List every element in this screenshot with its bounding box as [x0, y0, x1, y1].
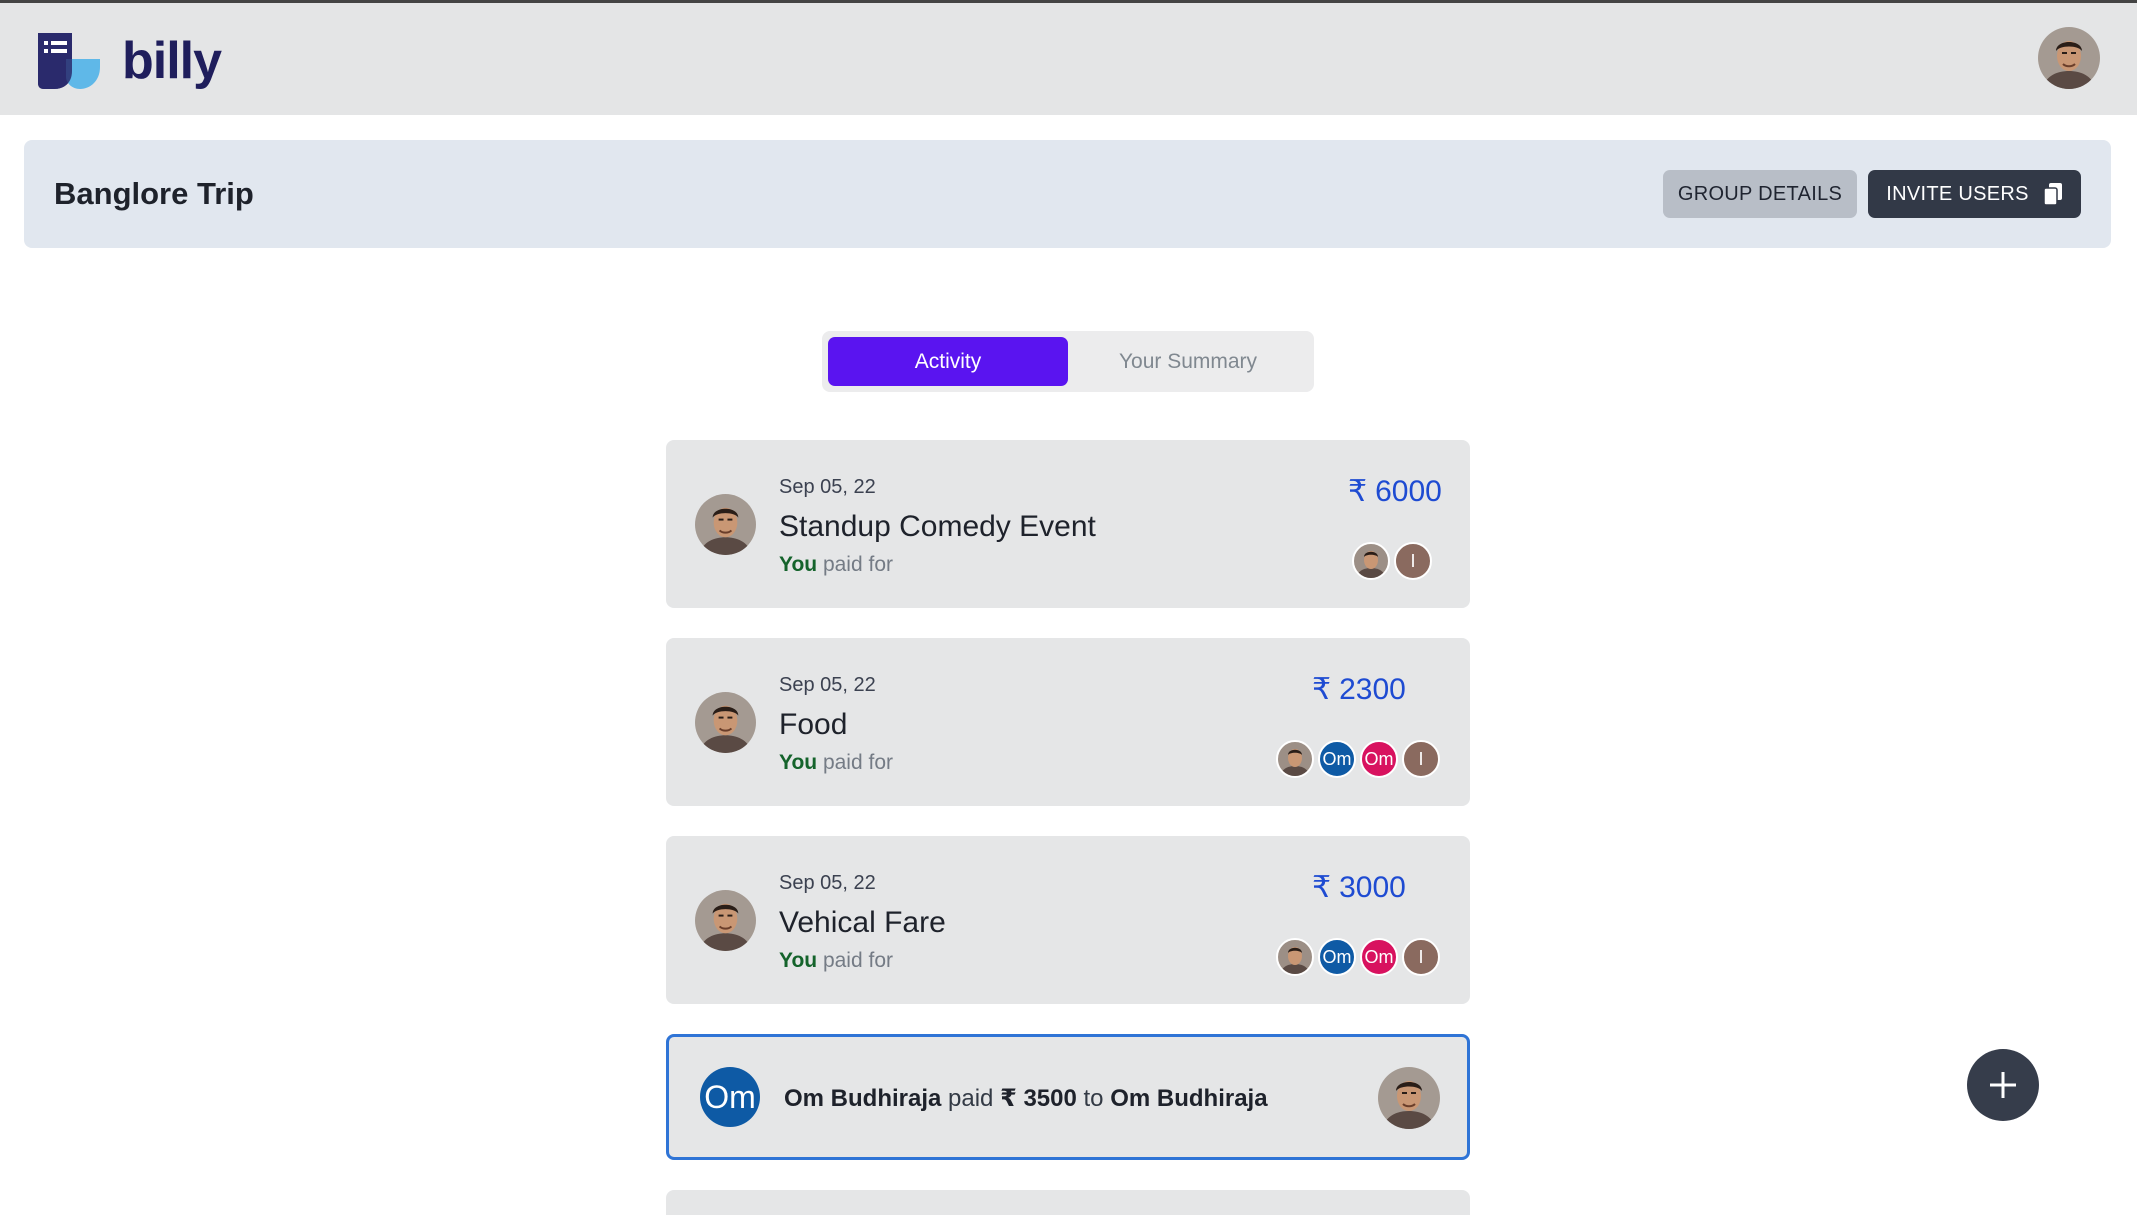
brand[interactable]: billy: [36, 30, 222, 92]
tab-activity[interactable]: Activity: [828, 337, 1068, 386]
settlement-from-initial: Om: [704, 1078, 756, 1115]
paid-for-text: paid for: [822, 751, 893, 774]
amount-value: 3000: [1339, 871, 1406, 904]
tab-activity-label: Activity: [914, 349, 982, 373]
group-header: Banglore Trip GROUP DETAILS INVITE USERS: [24, 140, 2111, 248]
app-root: billy Banglore Trip GROUP DETAILS INVITE…: [0, 0, 2137, 1215]
participant-avatar: I: [1402, 938, 1440, 976]
amount-value: 2300: [1339, 673, 1406, 706]
payer-avatar: [695, 692, 756, 753]
billy-logo-icon: [38, 33, 100, 89]
participant-initial: Om: [1364, 946, 1394, 967]
expense-date: Sep 05, 22: [779, 872, 876, 894]
participant-avatar: I: [1402, 740, 1440, 778]
participant-chips: Om Om I: [1276, 938, 1440, 976]
participant-chips: I: [1352, 542, 1432, 580]
settlement-to-word: to: [1083, 1085, 1104, 1112]
expense-date: Sep 05, 22: [779, 476, 876, 498]
group-details-label: GROUP DETAILS: [1677, 182, 1843, 205]
settlement-verb: paid: [948, 1085, 994, 1112]
participant-initial: I: [1418, 946, 1424, 967]
expense-date: Sep 05, 22: [779, 674, 876, 696]
expense-amount: ₹2300: [1312, 672, 1406, 707]
participant-avatar: [1352, 542, 1390, 580]
amount-value: 6000: [1375, 475, 1442, 508]
participant-initial: I: [1418, 748, 1424, 769]
expense-card[interactable]: Sep 05, 22 Vehical Fare You paid for ₹30…: [666, 836, 1470, 1004]
expense-amount: ₹3000: [1312, 870, 1406, 905]
currency-symbol: ₹: [1312, 871, 1332, 904]
user-photo-icon: [1280, 947, 1310, 974]
participant-initial: Om: [1364, 748, 1394, 769]
participant-initial: I: [1410, 550, 1416, 571]
expense-title: Vehical Fare: [779, 906, 946, 939]
invite-users-label: INVITE USERS: [1886, 182, 2029, 205]
payer-avatar: [695, 494, 756, 555]
tab-your-summary[interactable]: Your Summary: [1068, 337, 1308, 386]
participant-avatar: Om: [1318, 740, 1356, 778]
settlement-to-avatar: [1378, 1067, 1440, 1129]
participant-avatar: Om: [1360, 740, 1398, 778]
currency-symbol: ₹: [1312, 673, 1332, 706]
participant-avatar: [1276, 938, 1314, 976]
expense-paid-by: You paid for: [779, 751, 893, 775]
participant-avatar: I: [1394, 542, 1432, 580]
expense-title: Food: [779, 708, 848, 741]
view-tabs: Activity Your Summary: [822, 331, 1314, 392]
copy-icon: [2043, 183, 2062, 206]
expense-amount: ₹6000: [1348, 474, 1442, 509]
user-photo-icon: [1280, 749, 1310, 776]
participant-avatar: Om: [1360, 938, 1398, 976]
user-photo-icon: [1356, 551, 1386, 578]
add-expense-button[interactable]: [1967, 1049, 2039, 1121]
settlement-to-name: Om Budhiraja: [1110, 1085, 1268, 1112]
payer-avatar: [695, 890, 756, 951]
expense-title: Standup Comedy Event: [779, 510, 1096, 543]
expense-paid-by: You paid for: [779, 553, 893, 577]
settlement-from-avatar: Om: [700, 1067, 760, 1127]
plus-icon: [1990, 1072, 2016, 1098]
payer-name: You: [779, 949, 818, 972]
paid-for-text: paid for: [822, 949, 893, 972]
paid-for-text: paid for: [822, 553, 893, 576]
expense-paid-by: You paid for: [779, 949, 893, 973]
user-avatar[interactable]: [2038, 27, 2100, 89]
payer-name: You: [779, 553, 818, 576]
participant-avatar: [1276, 740, 1314, 778]
expense-card[interactable]: Sep 05, 22 Food You paid for ₹2300 Om Om: [666, 638, 1470, 806]
expense-card[interactable]: Sep 05, 22 Standup Comedy Event You paid…: [666, 440, 1470, 608]
expense-card-partial[interactable]: [666, 1190, 1470, 1215]
settlement-from-name: Om Budhiraja: [784, 1085, 942, 1112]
participant-chips: Om Om I: [1276, 740, 1440, 778]
group-details-button[interactable]: GROUP DETAILS: [1663, 170, 1857, 218]
invite-users-button[interactable]: INVITE USERS: [1868, 170, 2081, 218]
settlement-card[interactable]: Om Om Budhiraja paid ₹ 3500 to Om Budhir…: [666, 1034, 1470, 1160]
tab-your-summary-label: Your Summary: [1118, 349, 1258, 373]
group-title: Banglore Trip: [54, 176, 254, 211]
participant-initial: Om: [1322, 748, 1352, 769]
settlement-text: Om Budhiraja paid ₹ 3500 to Om Budhiraja: [784, 1084, 1268, 1113]
payer-name: You: [779, 751, 818, 774]
top-nav: billy: [0, 0, 2137, 115]
participant-avatar: Om: [1318, 938, 1356, 976]
currency-symbol: ₹: [1348, 475, 1368, 508]
participant-initial: Om: [1322, 946, 1352, 967]
brand-name: billy: [122, 32, 222, 90]
settlement-amount: ₹ 3500: [1000, 1085, 1077, 1112]
